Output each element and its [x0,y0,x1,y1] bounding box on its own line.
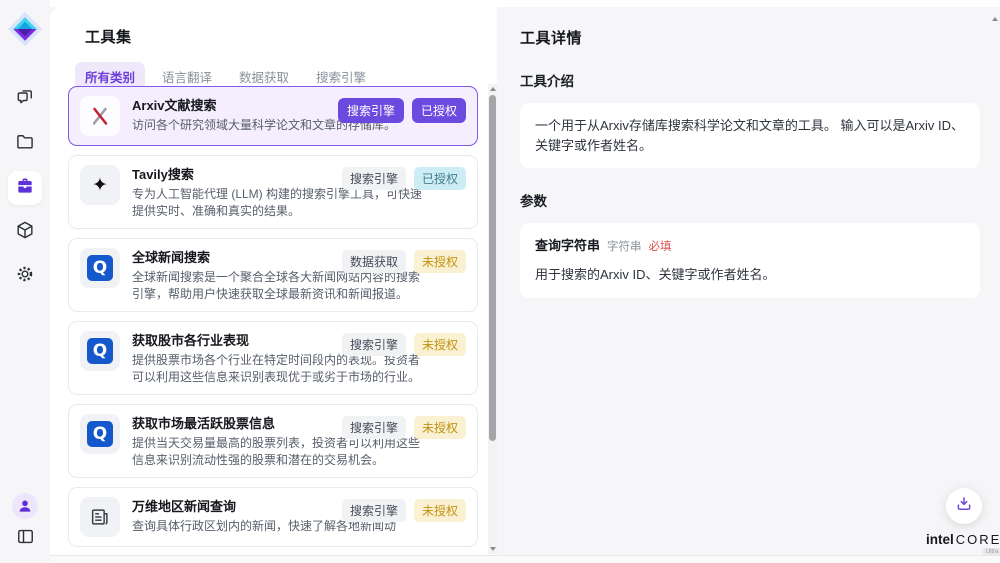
arxiv-logo-icon [89,105,111,127]
star-icon: ✦ [92,176,108,195]
tool-list: ✦ Q Arxiv文献搜索 访问各个研究领域大量科学论文和文章的存储库。 搜索引… [68,86,478,555]
tool-card[interactable]: ✦ Q Tavily搜索 专为人工智能代理 (LLM) 构建的搜索引擎工具，可快… [68,155,478,229]
tool-icon: ✦ Q [80,248,120,288]
intel-wordmark: intel [926,532,954,547]
tool-icon: ✦ Q [80,331,120,371]
parameter-name: 查询字符串 [535,236,600,256]
toolbox-icon [15,176,35,201]
top-strip [50,0,1000,7]
panel-layout-icon [16,527,35,551]
sidebar [0,0,50,563]
tool-icon: ✦ Q [80,165,120,205]
intro-text: 一个用于从Arxiv存储库搜索科学论文和文章的工具。 输入可以是Arxiv ID… [535,118,964,153]
tool-card[interactable]: ✦ Q 获取市场最活跃股票信息 提供当天交易量最高的股票列表，投资者可以利用这些… [68,404,478,478]
tool-detail-panel: 工具详情 工具介绍 一个用于从Arxiv存储库搜索科学论文和文章的工具。 输入可… [497,7,1000,555]
page-scroll-up-icon[interactable] [992,17,998,21]
tool-card[interactable]: ✦ Q 万维地区新闻查询 查询具体行政区划内的新闻，快速了解各地新闻动 搜索引擎… [68,487,478,547]
sidebar-item-files[interactable] [8,127,42,161]
tool-description: 全球新闻搜索是一个聚合全球各大新闻网站内容的搜索引擎，帮助用户快速获取全球最新资… [132,269,424,302]
parameter-required-flag: 必填 [649,239,672,256]
scroll-down-arrow-icon[interactable] [488,544,497,554]
download-button[interactable] [946,488,982,524]
category-badge: 搜索引擎 [342,333,406,356]
download-icon [955,495,973,518]
tool-badges: 搜索引擎 已授权 [342,167,466,190]
bottom-strip [0,555,1000,563]
collapse-panel-button[interactable] [13,527,37,551]
settings-icon [15,264,35,289]
ultra-badge: Ultra [983,548,1000,556]
tool-badges: 搜索引擎 已授权 [338,98,466,123]
intel-core-logo: intel CORE Ultra [926,532,1000,556]
core-wordmark: CORE [956,532,1000,547]
intro-card: 一个用于从Arxiv存储库搜索科学论文和文章的工具。 输入可以是Arxiv ID… [520,103,980,168]
tool-description: 提供股票市场各个行业在特定时间段内的表现。投资者可以利用这些信息来识别表现优于或… [132,352,424,385]
q-logo-icon: Q [87,255,113,281]
chat-icon [15,88,35,113]
cube-icon [15,220,35,245]
detail-title: 工具详情 [520,27,980,48]
tool-card[interactable]: ✦ Q 全球新闻搜索 全球新闻搜索是一个聚合全球各大新闻网站内容的搜索引擎，帮助… [68,238,478,312]
toolset-panel: 工具集 所有类别 语言翻译 数据获取 搜索引擎 ✦ Q Arxiv文献搜索 访问… [50,7,497,555]
auth-status-badge: 已授权 [414,167,466,190]
tool-card[interactable]: ✦ Q 获取股市各行业表现 提供股票市场各个行业在特定时间段内的表现。投资者可以… [68,321,478,395]
sidebar-item-settings[interactable] [8,259,42,293]
parameter-description: 用于搜索的Arxiv ID、关键字或作者姓名。 [535,265,965,285]
tool-icon: ✦ Q [80,414,120,454]
app-logo-icon[interactable] [7,11,43,47]
parameter-type: 字符串 [607,239,642,256]
category-badge: 搜索引擎 [342,416,406,439]
auth-status-badge: 已授权 [412,98,466,123]
user-avatar[interactable] [12,493,38,519]
sidebar-item-chat[interactable] [8,83,42,117]
category-badge: 搜索引擎 [342,499,406,522]
auth-status-badge: 未授权 [414,416,466,439]
scroll-up-arrow-icon[interactable] [488,84,497,94]
tool-icon: ✦ Q [80,96,120,136]
person-icon [17,498,33,514]
tool-description: 提供当天交易量最高的股票列表，投资者可以利用这些信息来识别流动性强的股票和潜在的… [132,435,424,468]
params-heading: 参数 [520,190,980,210]
tool-badges: 搜索引擎 未授权 [342,333,466,356]
q-logo-icon: Q [87,421,113,447]
auth-status-badge: 未授权 [414,250,466,273]
newspaper-icon [89,506,111,528]
auth-status-badge: 未授权 [414,499,466,522]
parameter-card: 查询字符串 字符串 必填 用于搜索的Arxiv ID、关键字或作者姓名。 [520,223,980,298]
tool-badges: 数据获取 未授权 [342,250,466,273]
tool-card[interactable]: ✦ Q Arxiv文献搜索 访问各个研究领域大量科学论文和文章的存储库。 搜索引… [68,86,478,146]
sidebar-item-models[interactable] [8,215,42,249]
scrollbar-thumb[interactable] [489,95,496,441]
folder-icon [15,132,35,157]
q-logo-icon: Q [87,338,113,364]
list-scrollbar[interactable] [488,84,497,554]
category-badge: 数据获取 [342,250,406,273]
category-badge: 搜索引擎 [342,167,406,190]
tool-badges: 搜索引擎 未授权 [342,499,466,522]
tool-badges: 搜索引擎 未授权 [342,416,466,439]
tool-icon: ✦ Q [80,497,120,537]
auth-status-badge: 未授权 [414,333,466,356]
sidebar-item-toolbox[interactable] [8,171,42,205]
category-badge: 搜索引擎 [338,98,404,123]
intro-heading: 工具介绍 [520,70,980,90]
tool-description: 专为人工智能代理 (LLM) 构建的搜索引擎工具，可快速提供实时、准确和真实的结… [132,186,424,219]
sidebar-nav [8,83,42,293]
page-title: 工具集 [85,26,497,47]
